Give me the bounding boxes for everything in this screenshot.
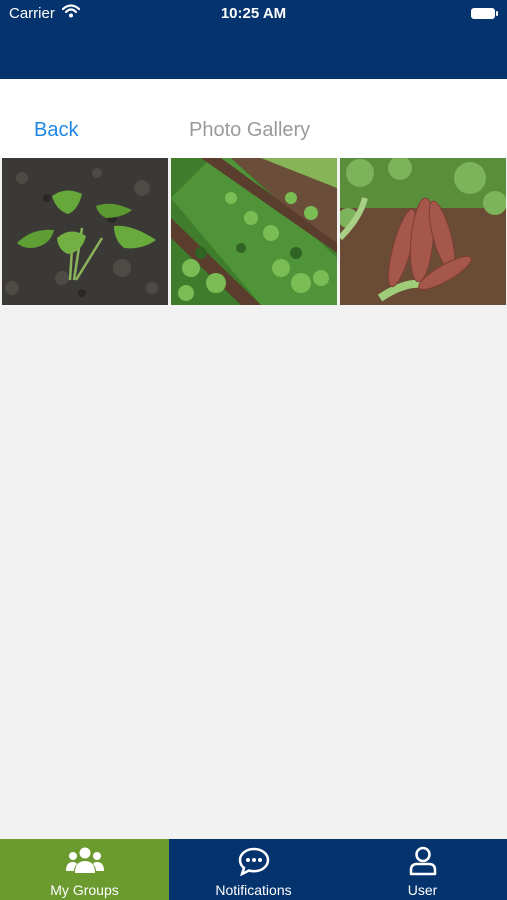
photo-gallery-grid bbox=[2, 158, 507, 305]
chat-bubble-icon bbox=[169, 846, 338, 876]
app-header bbox=[0, 28, 507, 79]
tab-bar: My Groups Notifications User bbox=[0, 839, 507, 900]
gallery-photo-field-rows[interactable] bbox=[171, 158, 337, 305]
navigation-bar: Back Photo Gallery bbox=[0, 79, 507, 158]
user-icon bbox=[338, 846, 507, 876]
tab-label-notifications: Notifications bbox=[215, 882, 292, 898]
status-time: 10:25 AM bbox=[220, 5, 287, 22]
gallery-photo-harvest[interactable] bbox=[340, 158, 506, 305]
tab-notifications[interactable]: Notifications bbox=[169, 839, 338, 900]
back-button[interactable]: Back bbox=[34, 119, 78, 142]
tab-label-my-groups: My Groups bbox=[50, 882, 119, 898]
tab-label-user: User bbox=[407, 882, 438, 898]
page-title: Photo Gallery bbox=[189, 119, 311, 141]
battery-icon bbox=[471, 8, 498, 19]
gallery-photo-seedling[interactable] bbox=[2, 158, 168, 305]
tab-my-groups[interactable]: My Groups bbox=[0, 839, 169, 900]
groups-icon bbox=[0, 846, 169, 876]
tab-user[interactable]: User bbox=[338, 839, 507, 900]
status-bar: Carrier 10:25 AM bbox=[0, 0, 507, 28]
